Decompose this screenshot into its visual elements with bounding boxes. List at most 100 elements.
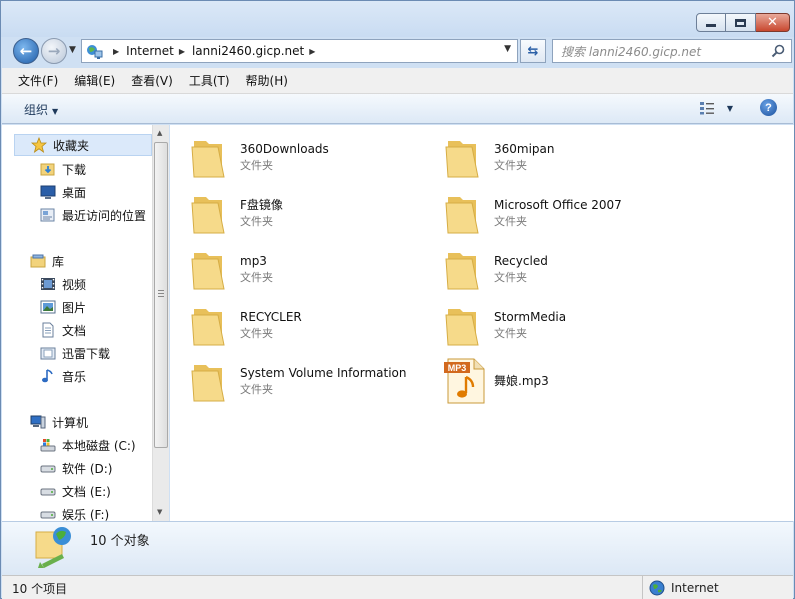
- pictures-icon: [40, 299, 56, 315]
- minimize-button[interactable]: [696, 13, 726, 32]
- folder-library-icon: [40, 345, 56, 361]
- grip-icon: [158, 290, 164, 297]
- chevron-right-icon[interactable]: ▶: [309, 47, 315, 56]
- arrow-left-icon: ←: [19, 42, 33, 60]
- desktop-icon: [40, 184, 56, 200]
- search-icon[interactable]: [771, 44, 785, 58]
- sidebar-item-thunder-downloads[interactable]: 迅雷下载: [40, 342, 110, 364]
- hard-drive-icon: [40, 460, 56, 476]
- recent-pages-dropdown[interactable]: ▼: [69, 45, 76, 55]
- sidebar-item-pictures[interactable]: 图片: [40, 296, 86, 318]
- menu-edit[interactable]: 编辑(E): [66, 69, 123, 92]
- file-item[interactable]: Microsoft Office 2007 文件夹: [442, 186, 682, 240]
- file-item[interactable]: MP3 舞娘.mp3: [442, 354, 682, 408]
- sidebar-item-label: 软件 (D:): [62, 461, 113, 476]
- folder-icon: [188, 357, 236, 405]
- recent-places-icon: [40, 207, 56, 223]
- file-item[interactable]: Recycled 文件夹: [442, 242, 682, 296]
- sidebar-item-drive-d[interactable]: 软件 (D:): [40, 457, 112, 479]
- sidebar-favorites-label: 收藏夹: [53, 138, 90, 153]
- file-item[interactable]: StormMedia 文件夹: [442, 298, 682, 352]
- sidebar-item-label: 迅雷下载: [62, 346, 111, 361]
- chevron-right-icon[interactable]: ▶: [113, 47, 119, 56]
- sidebar-libraries-label: 库: [52, 254, 65, 269]
- refresh-icon: ⇆: [527, 43, 539, 59]
- file-item[interactable]: mp3 文件夹: [188, 242, 428, 296]
- folder-icon: [442, 245, 490, 293]
- file-item[interactable]: System Volume Information 文件夹: [188, 354, 428, 408]
- navigation-bar: ← → ▼ ▶ Internet ▶ lanni2460.gicp.net ▶ …: [1, 35, 794, 67]
- sidebar-item-drive-c[interactable]: 本地磁盘 (C:): [40, 434, 136, 456]
- network-icon: [86, 42, 104, 60]
- video-icon: [40, 276, 56, 292]
- file-name: RECYCLER: [240, 310, 302, 324]
- sidebar-item-label: 桌面: [62, 185, 87, 200]
- sidebar-libraries[interactable]: 库: [30, 250, 64, 272]
- breadcrumb-host[interactable]: lanni2460.gicp.net: [192, 44, 304, 58]
- help-icon: ?: [765, 101, 772, 114]
- close-icon: ✕: [767, 15, 778, 30]
- menu-bar: 文件(F) 编辑(E) 查看(V) 工具(T) 帮助(H): [2, 68, 793, 94]
- sidebar-item-label: 视频: [62, 277, 87, 292]
- sidebar-item-desktop[interactable]: 桌面: [40, 181, 86, 203]
- folder-icon: [442, 189, 490, 237]
- folder-icon: [188, 189, 236, 237]
- close-button[interactable]: ✕: [756, 13, 790, 32]
- back-button[interactable]: ←: [13, 38, 39, 64]
- file-type: 文件夹: [240, 215, 273, 228]
- menu-tools[interactable]: 工具(T): [181, 69, 238, 92]
- search-input[interactable]: 搜索 lanni2460.gicp.net: [552, 39, 792, 63]
- sidebar-favorites[interactable]: 收藏夹: [14, 134, 152, 156]
- file-item[interactable]: F盘镜像文件夹: [188, 186, 428, 240]
- file-name: 360Downloads: [240, 142, 329, 156]
- breadcrumb-internet[interactable]: Internet: [126, 44, 174, 58]
- status-bar: 10 个项目 Internet: [2, 575, 793, 599]
- scroll-thumb[interactable]: [154, 142, 168, 448]
- sidebar-item-documents[interactable]: 文档: [40, 319, 86, 341]
- sidebar-item-music[interactable]: 音乐: [40, 365, 86, 387]
- change-view-button[interactable]: ▼: [699, 101, 733, 115]
- file-item[interactable]: 360Downloads 文件夹: [188, 130, 428, 184]
- file-name: F盘镜像: [240, 198, 283, 212]
- sidebar-item-label: 图片: [62, 300, 87, 315]
- organize-button[interactable]: 组织 ▼: [24, 101, 58, 118]
- file-name: mp3: [240, 254, 267, 268]
- sidebar-item-drive-e[interactable]: 文档 (E:): [40, 480, 111, 502]
- details-item-count: 10 个对象: [90, 534, 150, 549]
- music-note-icon: [40, 368, 56, 384]
- sidebar-item-videos[interactable]: 视频: [40, 273, 86, 295]
- sidebar-item-label: 文档: [62, 323, 87, 338]
- menu-view[interactable]: 查看(V): [123, 69, 181, 92]
- scroll-down-arrow[interactable]: ▼: [157, 508, 162, 516]
- refresh-button[interactable]: ⇆: [520, 39, 546, 63]
- sidebar-item-label: 音乐: [62, 369, 87, 384]
- sidebar-item-downloads[interactable]: 下载: [40, 158, 86, 180]
- menu-file[interactable]: 文件(F): [10, 69, 66, 92]
- address-dropdown[interactable]: ▼: [504, 44, 511, 54]
- documents-icon: [40, 322, 56, 338]
- file-item[interactable]: 360mipan 文件夹: [442, 130, 682, 184]
- sidebar-computer[interactable]: 计算机: [30, 411, 88, 433]
- sidebar-item-drive-f[interactable]: 娱乐 (F:): [40, 503, 109, 521]
- forward-button[interactable]: →: [41, 38, 67, 64]
- file-name: 360mipan: [494, 142, 555, 156]
- chevron-right-icon[interactable]: ▶: [179, 47, 185, 56]
- address-bar[interactable]: ▶ Internet ▶ lanni2460.gicp.net ▶ ▼: [81, 39, 518, 63]
- library-icon: [30, 253, 46, 269]
- file-item[interactable]: RECYCLER 文件夹: [188, 298, 428, 352]
- scroll-up-arrow[interactable]: ▲: [157, 129, 162, 137]
- file-type: 文件夹: [494, 215, 527, 228]
- menu-help[interactable]: 帮助(H): [238, 69, 296, 92]
- help-button[interactable]: ?: [760, 99, 777, 116]
- file-type: 文件夹: [240, 327, 273, 340]
- minimize-icon: [706, 24, 716, 27]
- file-type: 文件夹: [494, 159, 527, 172]
- navigation-pane-scrollbar[interactable]: ▲ ▼: [152, 125, 169, 521]
- sidebar-item-label: 最近访问的位置: [62, 208, 147, 223]
- sidebar-item-recent-places[interactable]: 最近访问的位置: [40, 204, 146, 226]
- maximize-button[interactable]: [726, 13, 756, 32]
- chevron-down-icon: ▼: [52, 107, 59, 116]
- arrow-right-icon: →: [47, 42, 61, 60]
- folder-icon: [188, 245, 236, 293]
- folder-icon: [188, 301, 236, 349]
